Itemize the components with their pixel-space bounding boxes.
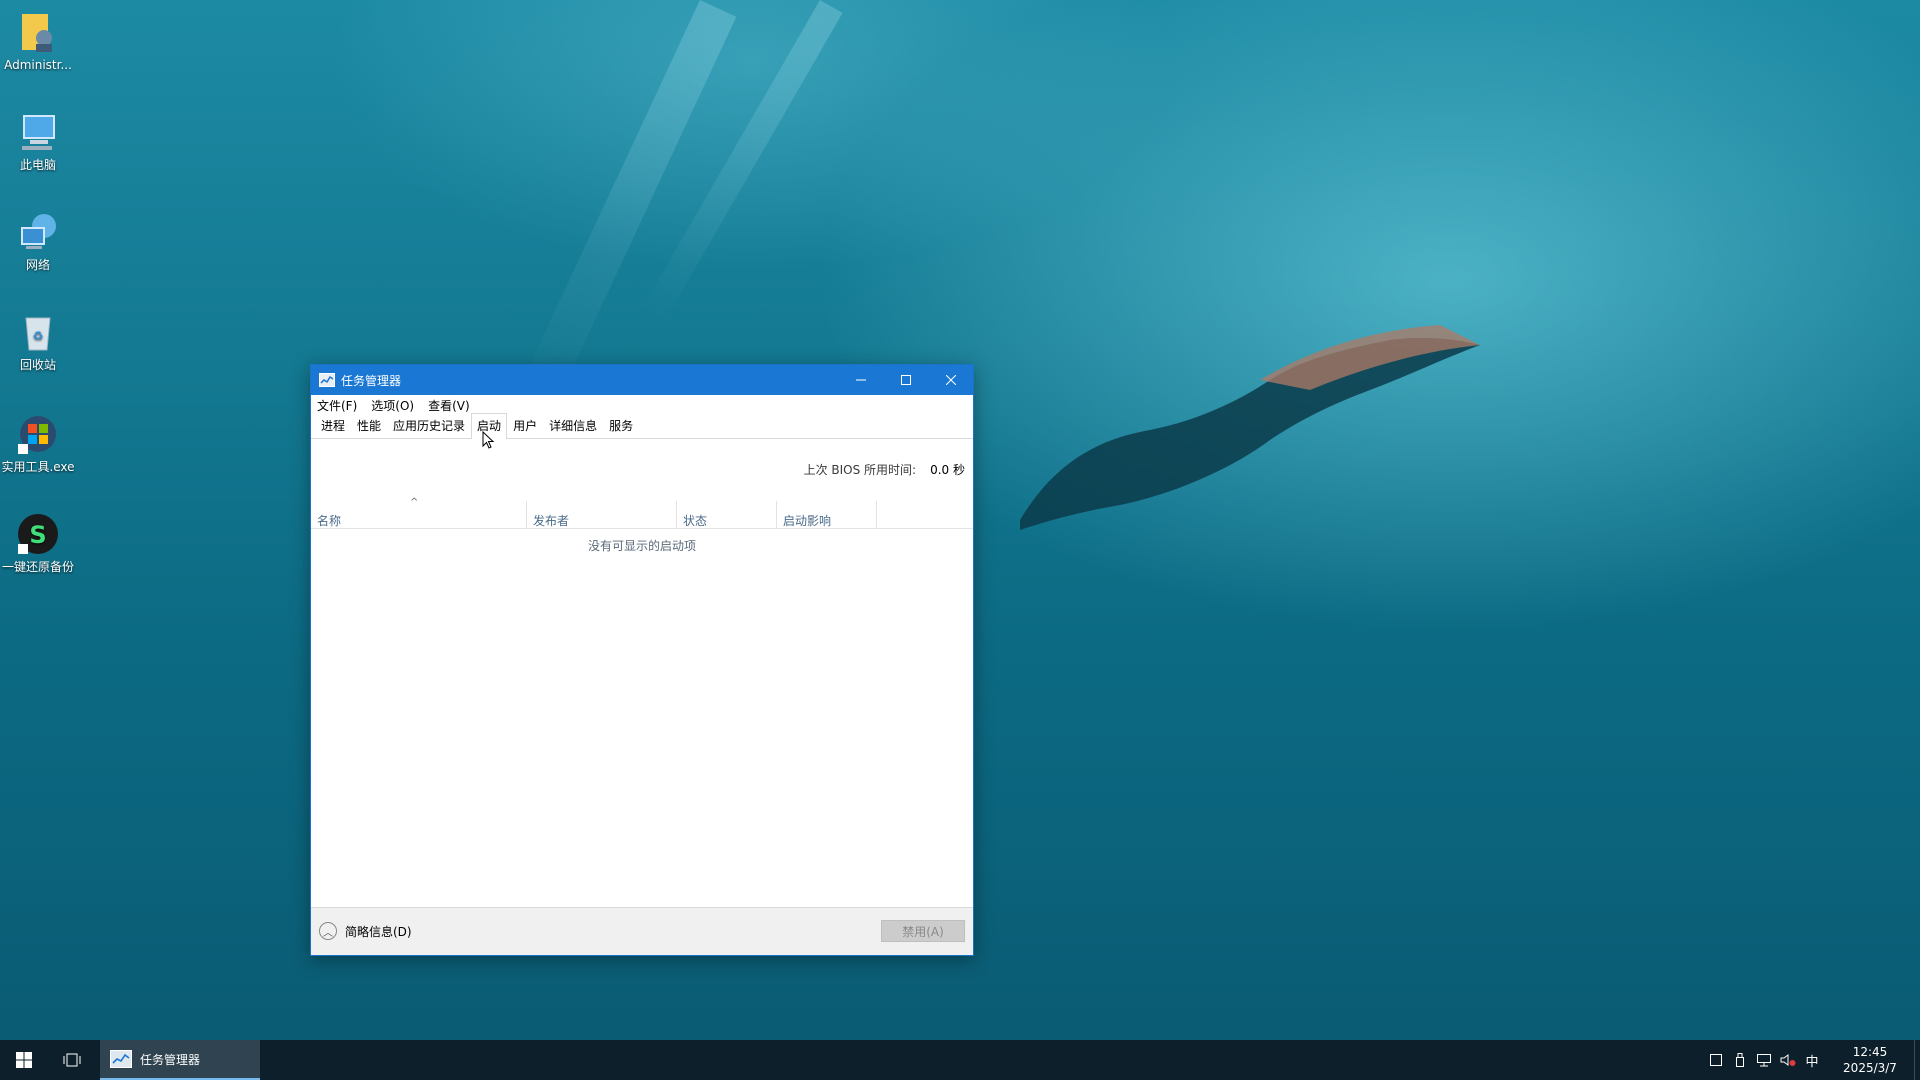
start-button[interactable] — [0, 1040, 48, 1080]
window-footer: ︿ 简略信息(D) 禁用(A) — [311, 907, 973, 955]
tab-processes[interactable]: 进程 — [315, 413, 351, 438]
menu-view[interactable]: 查看(V) — [428, 397, 470, 414]
desktop-icon-recycle-bin[interactable]: ♻ 回收站 — [0, 310, 76, 372]
usb-icon — [1736, 1053, 1744, 1067]
clock-time: 12:45 — [1852, 1045, 1888, 1059]
desktop-icon-administrator[interactable]: Administr... — [0, 10, 76, 72]
column-startup-impact[interactable]: 启动影响 — [777, 501, 877, 529]
show-desktop-button[interactable] — [1914, 1040, 1920, 1080]
task-view-button[interactable] — [48, 1040, 96, 1080]
maximize-button[interactable] — [883, 365, 928, 395]
desktop-icon-utility-tool[interactable]: 实用工具.exe — [0, 412, 76, 474]
mouse-cursor-icon — [482, 431, 494, 449]
menu-bar: 文件(F) 选项(O) 查看(V) — [311, 395, 973, 415]
desktop-icon-label: 回收站 — [19, 358, 56, 372]
window-title: 任务管理器 — [341, 373, 402, 388]
windows-logo-icon — [16, 1052, 32, 1068]
disable-button[interactable]: 禁用(A) — [881, 920, 965, 942]
tab-details[interactable]: 详细信息 — [543, 413, 603, 438]
notification-icon-shape — [1710, 1054, 1722, 1066]
wallpaper-swimmer — [1020, 325, 1480, 530]
minimize-button[interactable] — [838, 365, 883, 395]
menu-options[interactable]: 选项(O) — [371, 397, 414, 414]
desktop-icon-label: 一键还原备份 — [1, 560, 74, 574]
network-status-icon[interactable] — [1752, 1040, 1776, 1080]
desktop-icon-label: Administr... — [4, 58, 72, 72]
taskbar: 任务管理器 中 12:45 2025/3/7 — [0, 1040, 1920, 1080]
empty-list-message: 没有可显示的启动项 — [587, 539, 696, 553]
desktop-icon-restore-backup[interactable]: S 一键还原备份 — [0, 512, 76, 574]
column-status[interactable]: 状态 — [677, 501, 777, 529]
desktop-icon-network[interactable]: 网络 — [0, 210, 76, 272]
title-bar[interactable]: 任务管理器 — [311, 365, 973, 395]
volume-muted-icon[interactable] — [1776, 1040, 1800, 1080]
column-name[interactable]: 名称 — [311, 501, 527, 529]
taskbar-task-manager[interactable]: 任务管理器 — [100, 1040, 260, 1080]
task-manager-icon — [110, 1050, 132, 1068]
input-method-indicator[interactable]: 中 — [1800, 1040, 1824, 1080]
task-manager-icon — [319, 373, 335, 387]
restore-backup-icon: S — [16, 512, 60, 556]
light-ray — [640, 0, 843, 325]
system-tray: 中 12:45 2025/3/7 — [1704, 1040, 1920, 1080]
recycle-bin-icon: ♻ — [16, 310, 60, 354]
task-view-icon — [63, 1053, 81, 1067]
notification-icon[interactable] — [1704, 1040, 1728, 1080]
network-tray-icon — [1757, 1054, 1771, 1067]
tab-performance[interactable]: 性能 — [351, 413, 387, 438]
desktop-icon-label: 网络 — [25, 258, 50, 272]
user-folder-icon — [16, 10, 60, 54]
clock[interactable]: 12:45 2025/3/7 — [1830, 1044, 1910, 1076]
bios-time-label: 上次 BIOS 所用时间: — [803, 463, 917, 477]
tab-app-history[interactable]: 应用历史记录 — [387, 413, 471, 438]
network-icon — [16, 210, 60, 254]
maximize-icon — [900, 375, 911, 385]
menu-file[interactable]: 文件(F) — [317, 397, 357, 414]
chevron-up-icon: ︿ — [319, 922, 337, 940]
desktop-icon-label: 此电脑 — [19, 158, 56, 172]
column-header-row: 名称 发布者 状态 启动影响 — [311, 501, 973, 529]
desktop-icon-label: 实用工具.exe — [1, 460, 75, 474]
bios-time-value: 0.0 秒 — [930, 463, 965, 477]
usb-device-icon[interactable] — [1728, 1040, 1752, 1080]
svg-text:S: S — [29, 521, 46, 549]
svg-text:♻: ♻ — [33, 329, 44, 343]
tab-services[interactable]: 服务 — [603, 413, 639, 438]
windows-tool-icon — [16, 412, 60, 456]
bios-time: 上次 BIOS 所用时间: 0.0 秒 — [804, 461, 965, 478]
column-publisher[interactable]: 发布者 — [527, 501, 677, 529]
fewer-details-label: 简略信息(D) — [345, 924, 412, 939]
task-manager-window[interactable]: 任务管理器 文件(F) 选项(O) 查看(V) 进程 性能 应用历史记录 启动 … — [310, 364, 974, 956]
speaker-muted-icon — [1780, 1054, 1796, 1066]
close-button[interactable] — [928, 365, 973, 395]
tab-bar: 进程 性能 应用历史记录 启动 用户 详细信息 服务 — [311, 413, 973, 439]
clock-date: 2025/3/7 — [1843, 1061, 1897, 1075]
close-icon — [945, 375, 956, 385]
this-pc-icon — [16, 110, 60, 154]
fewer-details-button[interactable]: ︿ 简略信息(D) — [319, 922, 412, 940]
tab-users[interactable]: 用户 — [507, 413, 543, 438]
taskbar-app-label: 任务管理器 — [140, 1052, 201, 1067]
desktop-icon-this-pc[interactable]: 此电脑 — [0, 110, 76, 172]
minimize-icon — [855, 379, 866, 381]
